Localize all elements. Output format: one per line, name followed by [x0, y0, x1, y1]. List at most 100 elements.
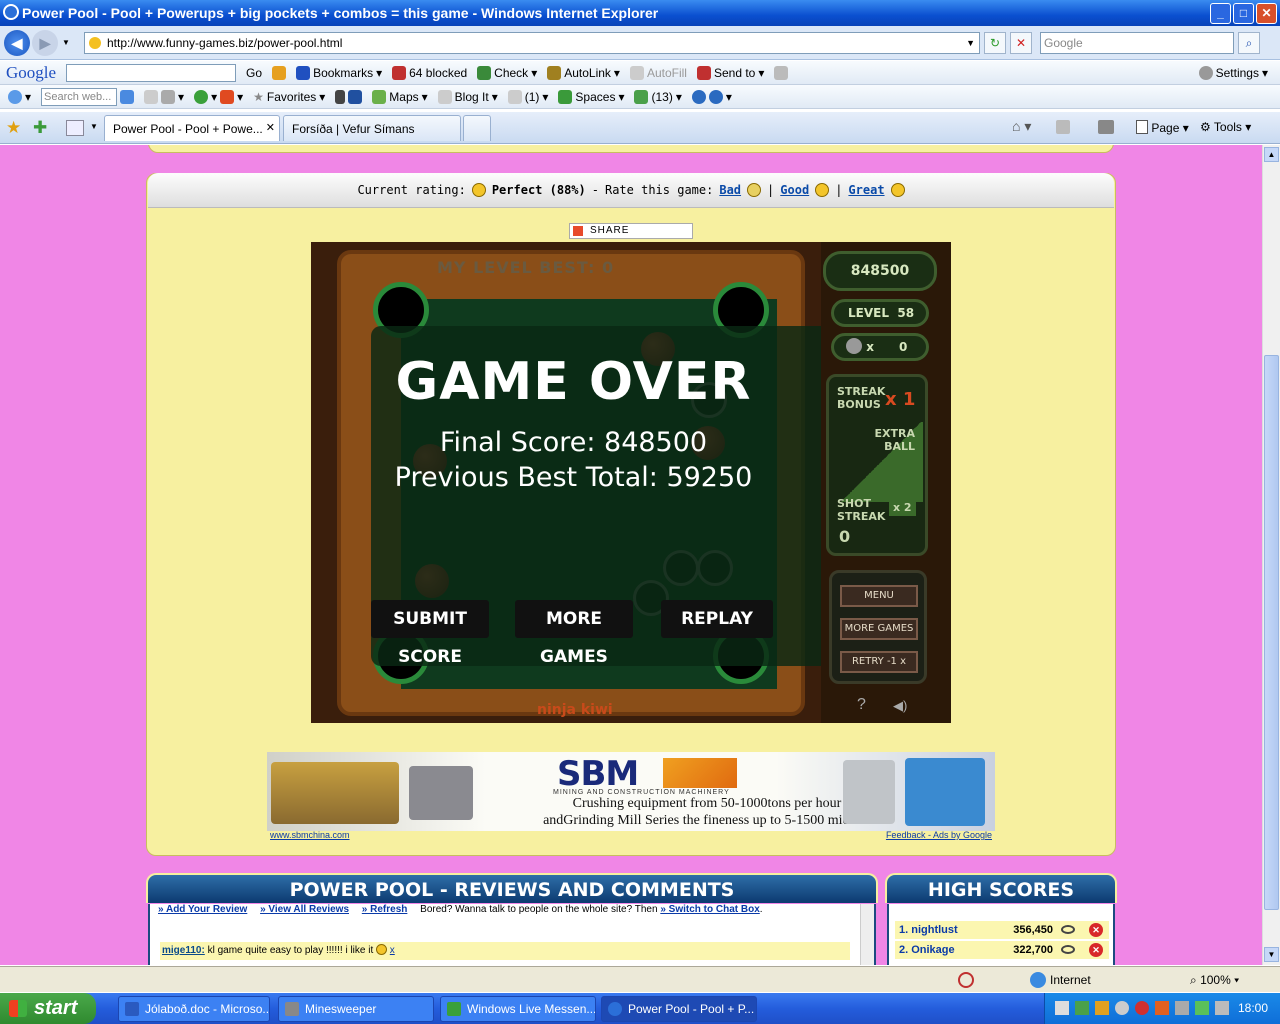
- tab-forsida[interactable]: Forsíða | Vefur Símans: [283, 115, 461, 141]
- ninja-kiwi-logo[interactable]: ninja kiwi: [537, 702, 613, 718]
- reviews-scrollbar[interactable]: [860, 904, 874, 965]
- refresh-icon[interactable]: ↻: [984, 32, 1006, 54]
- add-icon[interactable]: [194, 89, 209, 104]
- scroll-up-icon[interactable]: ▲: [1264, 147, 1279, 162]
- delete-icon[interactable]: ✕: [1089, 943, 1103, 957]
- sendto-button[interactable]: Send to ▾: [696, 65, 764, 80]
- window-icon[interactable]: [161, 89, 176, 104]
- close-button[interactable]: ✕: [1256, 3, 1277, 24]
- rate-bad-link[interactable]: Bad: [719, 183, 741, 197]
- tray-icon[interactable]: [1075, 1001, 1089, 1015]
- sound-icon[interactable]: ◀): [893, 698, 907, 714]
- sbm-ad-banner[interactable]: SBM MINING AND CONSTRUCTION MACHINERY Cr…: [267, 752, 995, 831]
- great-faces-icon[interactable]: [890, 183, 905, 197]
- highlight-icon[interactable]: [220, 89, 235, 104]
- popup-blocked-icon[interactable]: [958, 972, 974, 988]
- tab-power-pool[interactable]: Power Pool - Pool + Powe... ✕: [104, 115, 280, 141]
- view-eye-icon[interactable]: [1061, 925, 1075, 934]
- toolbar-options-icon[interactable]: [272, 65, 287, 80]
- more-games-button[interactable]: MORE GAMES: [515, 600, 633, 667]
- retry-button[interactable]: RETRY -1 x: [840, 651, 918, 673]
- tray-icon[interactable]: [1135, 1001, 1149, 1015]
- forward-button[interactable]: ▶: [32, 30, 58, 56]
- pin-icon[interactable]: [144, 89, 159, 104]
- page-scrollbar[interactable]: ▲ ▼: [1262, 145, 1280, 965]
- refresh-link[interactable]: » Refresh: [362, 904, 408, 915]
- print-icon[interactable]: [1098, 120, 1114, 134]
- tray-icon[interactable]: [1055, 1001, 1069, 1015]
- popup-blocker-button[interactable]: 64 blocked: [392, 65, 467, 80]
- task-word-doc[interactable]: Jólaboð.doc - Microso...: [118, 996, 270, 1022]
- add-favorite-icon[interactable]: ✚: [33, 118, 47, 138]
- comment-user[interactable]: mige110:: [162, 945, 205, 956]
- search-box[interactable]: Google: [1040, 32, 1234, 54]
- sad-face-icon[interactable]: [747, 183, 762, 197]
- favorites-center-icon[interactable]: ★: [6, 118, 21, 138]
- live-icon[interactable]: [8, 89, 22, 104]
- pen-icon[interactable]: [335, 89, 346, 104]
- help-button[interactable]: ?: [857, 696, 866, 714]
- back-button[interactable]: ◀: [4, 30, 30, 56]
- quick-tabs-icon[interactable]: [66, 120, 84, 136]
- help-icon[interactable]: [708, 89, 723, 104]
- start-button[interactable]: start: [0, 993, 96, 1024]
- address-dropdown-icon[interactable]: ▼: [966, 33, 975, 53]
- maximize-button[interactable]: □: [1233, 3, 1254, 24]
- tray-icon[interactable]: [1195, 1001, 1209, 1015]
- maps-button[interactable]: Maps ▾: [372, 89, 428, 104]
- submit-score-button[interactable]: SUBMIT SCORE: [371, 600, 489, 667]
- chat-box-link[interactable]: » Switch to Chat Box: [660, 904, 759, 915]
- tray-icon[interactable]: [1175, 1001, 1189, 1015]
- score-name[interactable]: 2. Onikage: [899, 941, 955, 959]
- settings-button[interactable]: Settings ▾: [1198, 65, 1268, 80]
- clock[interactable]: 18:00: [1238, 1001, 1268, 1015]
- tools-menu[interactable]: ⚙ Tools ▾: [1200, 120, 1251, 134]
- task-messenger[interactable]: Windows Live Messen...: [440, 996, 596, 1022]
- address-bar[interactable]: http://www.funny-games.biz/power-pool.ht…: [84, 32, 980, 54]
- rate-great-link[interactable]: Great: [848, 183, 884, 197]
- tray-icon[interactable]: [1115, 1001, 1129, 1015]
- edit-icon[interactable]: [348, 89, 363, 104]
- cool-face-icon[interactable]: [815, 183, 830, 197]
- menu-more-games-button[interactable]: MORE GAMES: [840, 618, 918, 640]
- scroll-thumb[interactable]: [1264, 355, 1279, 910]
- power-pool-game[interactable]: ninja kiwi MY LEVEL BEST: 0 GAME OVER Fi…: [311, 242, 951, 723]
- go-button[interactable]: Go: [246, 66, 262, 80]
- view-all-reviews-link[interactable]: » View All Reviews: [260, 904, 349, 915]
- stop-icon[interactable]: ✕: [1010, 32, 1032, 54]
- tray-icon[interactable]: [1215, 1001, 1229, 1015]
- rate-good-link[interactable]: Good: [780, 183, 809, 197]
- contacts-button[interactable]: (13) ▾: [634, 89, 682, 104]
- tab-list-dropdown-icon[interactable]: ▼: [90, 122, 98, 131]
- highlighter-icon[interactable]: [774, 65, 789, 80]
- tray-icon[interactable]: [1095, 1001, 1109, 1015]
- autofill-button[interactable]: AutoFill: [629, 65, 687, 80]
- mail-button[interactable]: (1) ▾: [507, 89, 548, 104]
- add-review-link[interactable]: » Add Your Review: [158, 904, 247, 915]
- feeds-icon[interactable]: [1056, 120, 1070, 134]
- tray-icon[interactable]: [1155, 1001, 1169, 1015]
- home-icon[interactable]: ⌂ ▾: [1012, 118, 1031, 135]
- share-button[interactable]: SHARE: [569, 223, 693, 239]
- zoom-control[interactable]: ⌕ 100% ▾: [1190, 973, 1239, 988]
- task-power-pool[interactable]: Power Pool - Pool + P...: [601, 996, 757, 1022]
- blogit-button[interactable]: Blog It ▾: [437, 89, 498, 104]
- task-minesweeper[interactable]: Minesweeper: [278, 996, 434, 1022]
- page-menu[interactable]: Page ▾: [1136, 120, 1189, 135]
- new-tab-button[interactable]: [463, 115, 491, 141]
- view-eye-icon[interactable]: [1061, 945, 1075, 954]
- spellcheck-button[interactable]: Check ▾: [477, 65, 537, 80]
- delete-icon[interactable]: ✕: [1089, 923, 1103, 937]
- comment-report-link[interactable]: x: [390, 945, 395, 956]
- spaces-button[interactable]: Spaces ▾: [558, 89, 624, 104]
- autolink-button[interactable]: AutoLink ▾: [547, 65, 620, 80]
- live-search-input[interactable]: Search web...: [41, 87, 118, 106]
- bookmarks-button[interactable]: Bookmarks ▾: [296, 65, 382, 80]
- status-icon[interactable]: [691, 89, 706, 104]
- tab-close-icon[interactable]: ✕: [266, 121, 275, 134]
- ad-url-link[interactable]: www.sbmchina.com: [270, 830, 350, 840]
- minimize-button[interactable]: _: [1210, 3, 1231, 24]
- live-search-icon[interactable]: [120, 89, 135, 104]
- replay-button[interactable]: REPLAY: [661, 600, 773, 638]
- recent-pages-dropdown-icon[interactable]: ▼: [62, 38, 70, 47]
